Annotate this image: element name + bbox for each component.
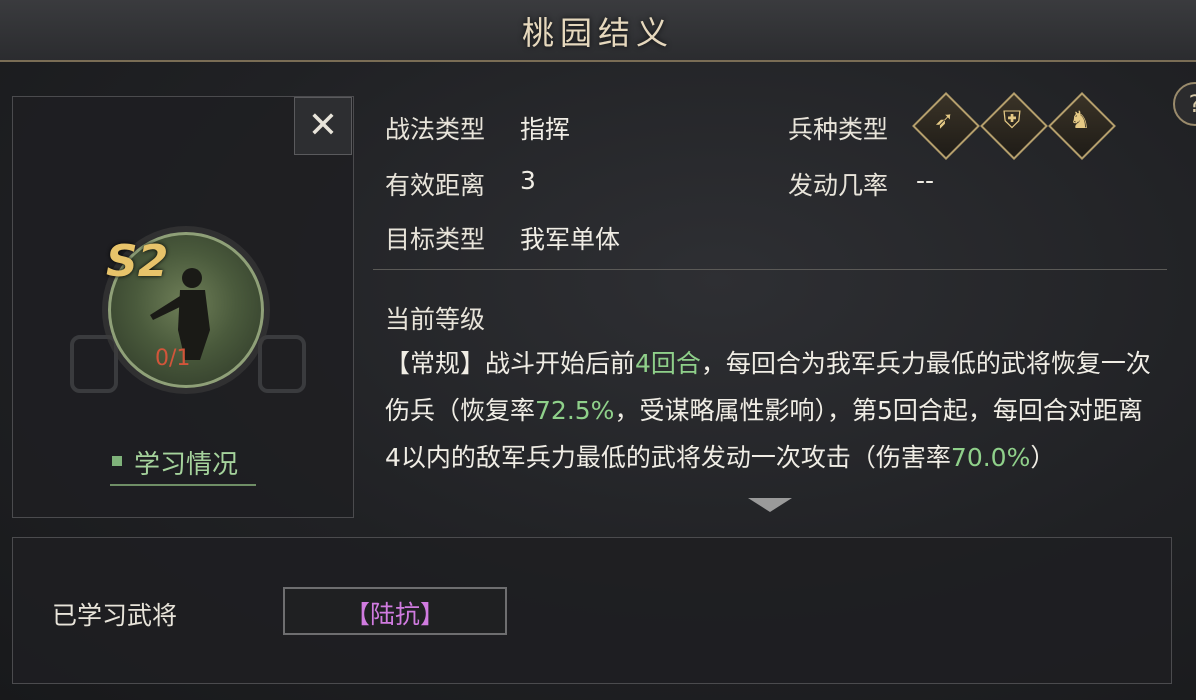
general-button[interactable]: 【陆抗】 [283, 587, 507, 635]
target-type-label: 目标类型 [385, 225, 486, 254]
right-ornament-icon [258, 335, 306, 393]
trigger-rate-label: 发动几率 [788, 171, 889, 200]
desc-text-4: ） [1030, 443, 1056, 472]
current-level-label: 当前等级 [385, 305, 486, 334]
trigger-rate-value: -- [916, 166, 935, 195]
horse-glyph-icon: ♞ [1069, 106, 1091, 134]
general-name: 【陆抗】 [344, 600, 445, 629]
page-title: 桃园结义 [521, 14, 674, 52]
help-button[interactable]: ? [1173, 82, 1196, 126]
troop-type-label: 兵种类型 [788, 115, 889, 144]
bow-glyph-icon: ➶ [933, 106, 955, 134]
desc-text-1: 【常规】战斗开始后前 [385, 349, 636, 378]
target-type-value: 我军单体 [520, 225, 621, 254]
title-bar: 桃园结义 [0, 0, 1196, 62]
learned-generals-label: 已学习武将 [52, 601, 178, 630]
range-value: 3 [520, 166, 536, 195]
divider [373, 269, 1167, 270]
desc-highlight-rounds: 4回合 [635, 349, 701, 378]
learned-generals-panel [12, 537, 1172, 684]
learn-status-tab[interactable]: 学习情况 [110, 444, 256, 486]
desc-highlight-damage-rate: 70.0% [950, 443, 1031, 472]
tactic-type-value: 指挥 [520, 115, 571, 144]
left-ornament-icon [70, 335, 118, 393]
skill-progress: 0/1 [155, 346, 191, 371]
shield-glyph-icon: ⛨ [1003, 106, 1021, 134]
close-button[interactable]: ✕ [294, 97, 352, 155]
scroll-down-chevron-icon[interactable] [748, 498, 792, 512]
desc-highlight-heal-rate: 72.5% [535, 396, 615, 425]
range-label: 有效距离 [385, 171, 486, 200]
tactic-type-label: 战法类型 [385, 115, 486, 144]
skill-grade: S2 [106, 236, 169, 287]
skill-description: 【常规】战斗开始后前4回合，每回合为我军兵力最低的武将恢复一次伤兵（恢复率72.… [385, 340, 1155, 481]
learn-dot-icon [112, 456, 122, 466]
learn-status-label: 学习情况 [134, 450, 239, 480]
